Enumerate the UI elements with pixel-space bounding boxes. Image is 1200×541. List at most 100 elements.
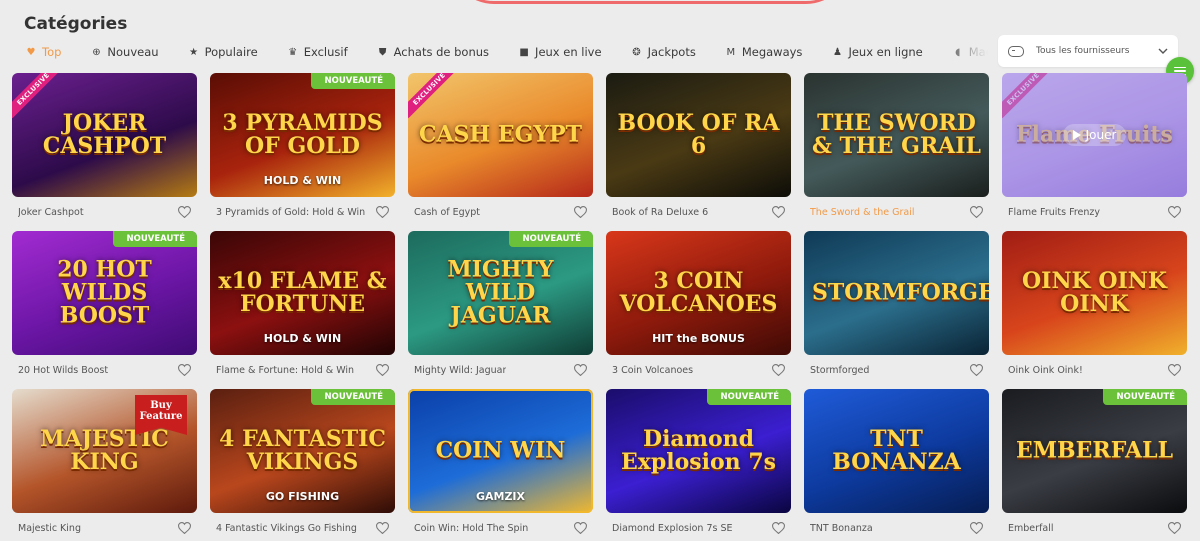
tab-label: Nouveau bbox=[107, 45, 159, 59]
game-thumbnail[interactable]: x10 FLAME & FORTUNE HOLD & WIN bbox=[210, 231, 395, 355]
tab-achats-de-bonus[interactable]: ⛊ Achats de bonus bbox=[378, 42, 489, 62]
favorite-heart-icon[interactable] bbox=[375, 206, 389, 219]
game-thumbnail[interactable]: EMBERFALL NOUVEAUTÉ bbox=[1002, 389, 1187, 513]
game-name[interactable]: Diamond Explosion 7s SE bbox=[612, 523, 733, 534]
game-card[interactable]: JOKER CASHPOT EXCLUSIVE Joker Cashpot bbox=[12, 73, 197, 231]
game-name[interactable]: 3 Pyramids of Gold: Hold & Win bbox=[216, 207, 365, 218]
game-name[interactable]: 3 Coin Volcanoes bbox=[612, 365, 693, 376]
game-name[interactable]: Flame Fruits Frenzy bbox=[1008, 207, 1100, 218]
provider-select[interactable]: Tous les fournisseurs bbox=[998, 35, 1178, 67]
game-name[interactable]: Coin Win: Hold The Spin bbox=[414, 523, 528, 534]
favorite-heart-icon[interactable] bbox=[969, 206, 983, 219]
game-name[interactable]: Oink Oink Oink! bbox=[1008, 365, 1083, 376]
favorite-heart-icon[interactable] bbox=[969, 522, 983, 535]
tab-megaways[interactable]: M Megaways bbox=[726, 42, 803, 62]
game-name[interactable]: Joker Cashpot bbox=[18, 207, 84, 218]
game-card[interactable]: 3 COIN VOLCANOES HIT the BONUS 3 Coin Volc… bbox=[606, 231, 791, 389]
game-logo-art: MAJESTIC KING bbox=[40, 425, 169, 475]
game-thumbnail[interactable]: MAJESTIC KING Buy Feature bbox=[12, 389, 197, 513]
game-card[interactable]: Flame FruitsEXCLUSIVEJouer Flame Fruits F… bbox=[1002, 73, 1187, 231]
play-button[interactable]: Jouer bbox=[1062, 124, 1127, 146]
game-thumbnail[interactable]: 3 PYRAMIDS OF GOLD HOLD & WIN NOUVEAUTÉ bbox=[210, 73, 395, 197]
game-card[interactable]: COIN WIN GAMZIX Coin Win: Hold The Spin bbox=[408, 389, 593, 541]
game-name[interactable]: Book of Ra Deluxe 6 bbox=[612, 207, 708, 218]
favorite-heart-icon[interactable] bbox=[177, 522, 191, 535]
game-name[interactable]: Majestic King bbox=[18, 523, 81, 534]
favorite-heart-icon[interactable] bbox=[573, 522, 587, 535]
game-name[interactable]: 4 Fantastic Vikings Go Fishing bbox=[216, 523, 357, 534]
game-thumbnail[interactable]: CASH EGYPT EXCLUSIVE bbox=[408, 73, 593, 197]
game-card[interactable]: EMBERFALL NOUVEAUTÉ Emberfall bbox=[1002, 389, 1187, 541]
game-thumbnail[interactable]: BOOK OF RA 6 bbox=[606, 73, 791, 197]
plus-circle-icon: ⊕ bbox=[92, 46, 101, 58]
tab-populaire[interactable]: ★ Populaire bbox=[189, 42, 258, 62]
game-thumbnail[interactable]: 3 COIN VOLCANOES HIT the BONUS bbox=[606, 231, 791, 355]
game-name[interactable]: Stormforged bbox=[810, 365, 869, 376]
game-card[interactable]: THE SWORD & THE GRAIL The Sword & the Gra… bbox=[804, 73, 989, 231]
favorite-heart-icon[interactable] bbox=[375, 522, 389, 535]
favorite-heart-icon[interactable] bbox=[573, 206, 587, 219]
play-icon bbox=[1072, 130, 1081, 140]
tab-nouveau[interactable]: ⊕ Nouveau bbox=[91, 42, 158, 62]
game-name[interactable]: TNT Bonanza bbox=[810, 523, 873, 534]
game-card[interactable]: STORMFORGED Stormforged bbox=[804, 231, 989, 389]
game-name[interactable]: Emberfall bbox=[1008, 523, 1053, 534]
game-name[interactable]: The Sword & the Grail bbox=[810, 207, 915, 218]
game-card[interactable]: OINK OINK OINK Oink Oink Oink! bbox=[1002, 231, 1187, 389]
tab-jackpots[interactable]: ❂ Jackpots bbox=[632, 42, 696, 62]
favorite-heart-icon[interactable] bbox=[177, 206, 191, 219]
game-name[interactable]: Cash of Egypt bbox=[414, 207, 480, 218]
game-name[interactable]: 20 Hot Wilds Boost bbox=[18, 365, 108, 376]
game-meta: Stormforged bbox=[804, 360, 989, 380]
tab-jeux-en-ligne[interactable]: ♟ Jeux en ligne bbox=[832, 42, 923, 62]
game-card[interactable]: BOOK OF RA 6 Book of Ra Deluxe 6 bbox=[606, 73, 791, 231]
game-logo-subtitle: GAMZIX bbox=[475, 490, 526, 503]
favorite-heart-icon[interactable] bbox=[969, 364, 983, 377]
game-logo-subtitle: HIT the BONUS bbox=[652, 332, 745, 345]
game-card[interactable]: 4 FANTASTIC VIKINGS GO FISHING NOUVEAUTÉ 4 … bbox=[210, 389, 395, 541]
game-logo-subtitle: HOLD & WIN bbox=[263, 332, 342, 345]
tab-exclusif[interactable]: ♛ Exclusif bbox=[288, 42, 347, 62]
new-badge: NOUVEAUTÉ bbox=[706, 389, 791, 405]
game-logo-art: Diamond Explosion 7s bbox=[620, 425, 777, 475]
game-card[interactable]: MAJESTIC KING Buy Feature Majestic King bbox=[12, 389, 197, 541]
game-name[interactable]: Flame & Fortune: Hold & Win bbox=[216, 365, 354, 376]
game-thumbnail[interactable]: MIGHTY WILD JAGUAR NOUVEAUTÉ bbox=[408, 231, 593, 355]
game-thumbnail[interactable]: COIN WIN GAMZIX bbox=[408, 389, 593, 513]
game-thumbnail[interactable]: 4 FANTASTIC VIKINGS GO FISHING NOUVEAUTÉ bbox=[210, 389, 395, 513]
game-thumbnail[interactable]: Flame FruitsEXCLUSIVEJouer bbox=[1002, 73, 1187, 197]
tab-label: Jackpots bbox=[647, 45, 696, 59]
game-card[interactable]: Diamond Explosion 7s NOUVEAUTÉ Diamond Exp… bbox=[606, 389, 791, 541]
game-meta: 3 Coin Volcanoes bbox=[606, 360, 791, 380]
game-card[interactable]: TNT BONANZA TNT Bonanza bbox=[804, 389, 989, 541]
game-thumbnail[interactable]: TNT BONANZA bbox=[804, 389, 989, 513]
game-thumbnail[interactable]: OINK OINK OINK bbox=[1002, 231, 1187, 355]
game-card[interactable]: CASH EGYPT EXCLUSIVE Cash of Egypt bbox=[408, 73, 593, 231]
decorative-arc bbox=[450, 0, 850, 4]
game-logo-art: TNT BONANZA bbox=[832, 425, 961, 475]
video-camera-icon: ■ bbox=[519, 46, 529, 58]
favorite-heart-icon[interactable] bbox=[771, 522, 785, 535]
favorite-heart-icon[interactable] bbox=[177, 364, 191, 377]
tab-jeux-en-live[interactable]: ■ Jeux en live bbox=[519, 42, 601, 62]
favorite-heart-icon[interactable] bbox=[1167, 522, 1181, 535]
favorite-heart-icon[interactable] bbox=[1167, 364, 1181, 377]
game-card[interactable]: 3 PYRAMIDS OF GOLD HOLD & WIN NOUVEAUTÉ 3 P… bbox=[210, 73, 395, 231]
game-thumbnail[interactable]: JOKER CASHPOT EXCLUSIVE bbox=[12, 73, 197, 197]
favorite-heart-icon[interactable] bbox=[573, 364, 587, 377]
game-thumbnail[interactable]: STORMFORGED bbox=[804, 231, 989, 355]
game-logo-subtitle: GO FISHING bbox=[265, 490, 340, 503]
game-card[interactable]: 20 HOT WILDS BOOST NOUVEAUTÉ 20 Hot Wilds … bbox=[12, 231, 197, 389]
favorite-heart-icon[interactable] bbox=[375, 364, 389, 377]
tab-top[interactable]: ♥ Top bbox=[26, 42, 62, 62]
game-card[interactable]: MIGHTY WILD JAGUAR NOUVEAUTÉ Mighty Wild: … bbox=[408, 231, 593, 389]
game-meta: Oink Oink Oink! bbox=[1002, 360, 1187, 380]
favorite-heart-icon[interactable] bbox=[1167, 206, 1181, 219]
favorite-heart-icon[interactable] bbox=[771, 364, 785, 377]
game-card[interactable]: x10 FLAME & FORTUNE HOLD & WIN Flame & For… bbox=[210, 231, 395, 389]
game-thumbnail[interactable]: Diamond Explosion 7s NOUVEAUTÉ bbox=[606, 389, 791, 513]
favorite-heart-icon[interactable] bbox=[771, 206, 785, 219]
game-name[interactable]: Mighty Wild: Jaguar bbox=[414, 365, 506, 376]
game-thumbnail[interactable]: THE SWORD & THE GRAIL bbox=[804, 73, 989, 197]
game-thumbnail[interactable]: 20 HOT WILDS BOOST NOUVEAUTÉ bbox=[12, 231, 197, 355]
